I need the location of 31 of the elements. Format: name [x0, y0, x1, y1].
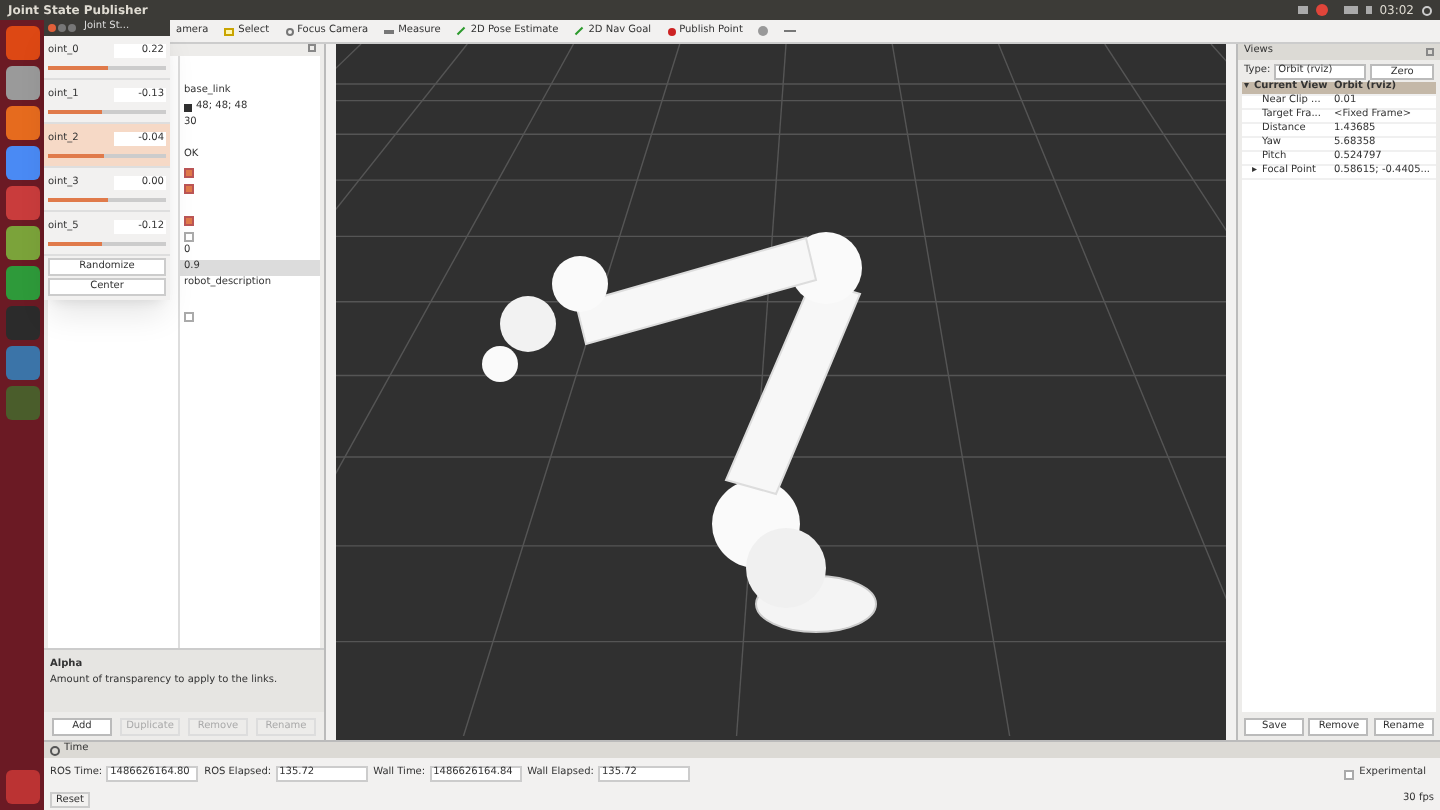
select-icon — [224, 27, 235, 35]
app-launcher-icon[interactable] — [5, 26, 39, 60]
checkbox[interactable] — [184, 183, 194, 193]
slider-track[interactable] — [48, 198, 166, 203]
checkbox[interactable] — [184, 311, 194, 321]
checkbox[interactable] — [1343, 769, 1354, 779]
power-icon[interactable] — [1422, 5, 1432, 15]
slider-track[interactable] — [48, 110, 166, 115]
minus-icon[interactable] — [784, 30, 797, 32]
minimize-icon[interactable] — [58, 24, 66, 32]
close-icon[interactable] — [48, 24, 56, 32]
app-launcher-icon[interactable] — [5, 346, 39, 380]
close-icon[interactable] — [1426, 48, 1434, 56]
maximize-icon[interactable] — [68, 24, 76, 32]
app-launcher-icon[interactable] — [5, 266, 39, 300]
app-launcher-icon[interactable] — [5, 226, 39, 260]
app-launcher-icon[interactable] — [5, 106, 39, 140]
clock-icon — [50, 745, 60, 755]
app-launcher-icon[interactable] — [5, 66, 39, 100]
trash-icon[interactable] — [5, 770, 39, 804]
checkbox[interactable] — [184, 167, 194, 177]
checkbox[interactable] — [184, 215, 194, 225]
slider-track[interactable] — [48, 242, 166, 247]
slider-track[interactable] — [48, 66, 166, 71]
app-launcher-icon[interactable] — [5, 186, 39, 220]
crosshair-icon — [285, 27, 294, 35]
close-icon[interactable] — [308, 44, 316, 52]
notification-icon[interactable] — [1315, 4, 1328, 16]
slider-track[interactable] — [48, 154, 166, 159]
app-launcher-icon[interactable] — [5, 146, 39, 180]
checkbox[interactable] — [184, 231, 194, 241]
